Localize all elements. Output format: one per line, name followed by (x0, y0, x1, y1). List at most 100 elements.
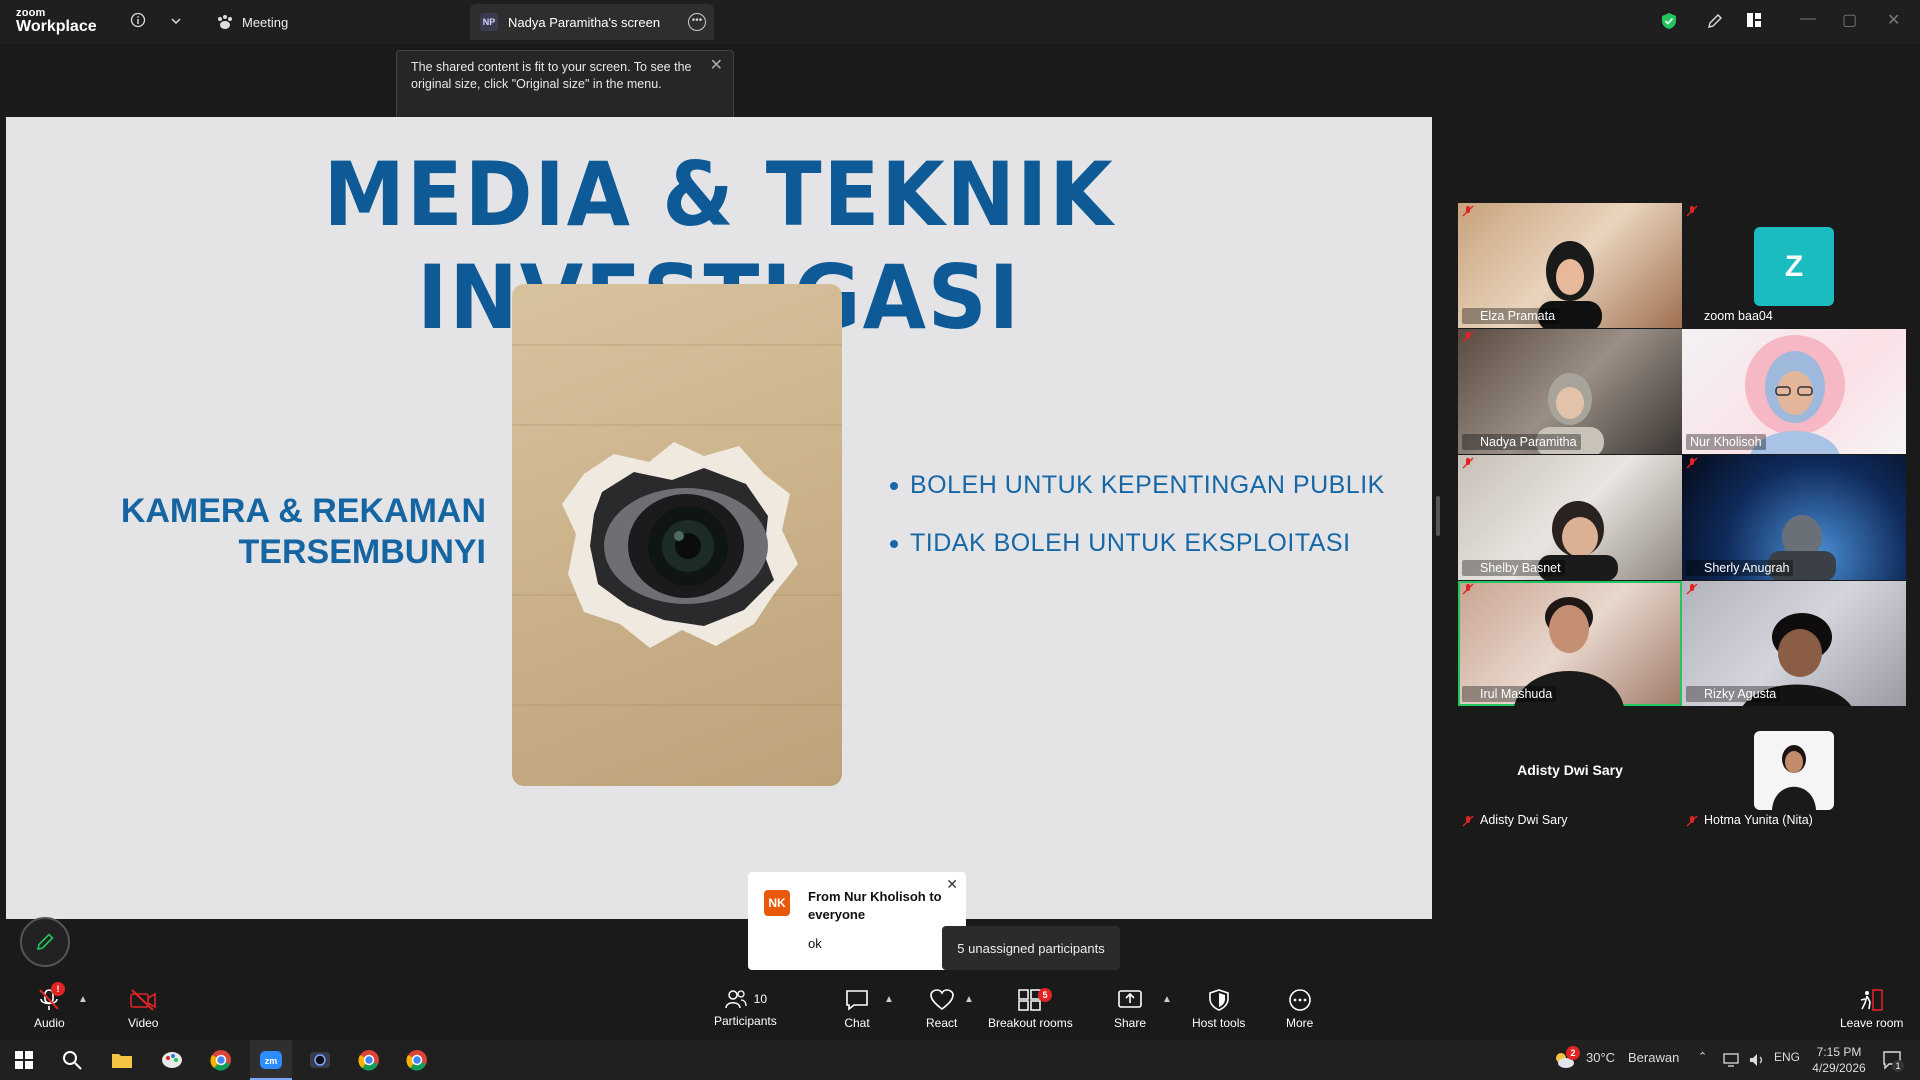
participant-tile[interactable]: Rizky Agusta (1682, 581, 1906, 706)
split-resize-handle[interactable] (1436, 496, 1440, 536)
annotate-button[interactable] (20, 917, 70, 967)
windows-taskbar: zm 2 30°C Berawan ⌃ ENG 7:15 PM 4/29/202… (0, 1040, 1920, 1080)
breakout-rooms-button[interactable]: Breakout rooms (988, 988, 1073, 1030)
more-icon (1288, 989, 1311, 1011)
participant-name: Nadya Paramitha (1462, 434, 1581, 450)
volume-icon[interactable] (1748, 1052, 1766, 1068)
avatar: Z (1754, 227, 1834, 306)
leave-room-button[interactable]: Leave room (1840, 988, 1903, 1030)
meeting-label: Meeting (242, 14, 289, 30)
participant-tile[interactable]: Shelby Basnet (1458, 455, 1682, 580)
share-label: Share (1114, 1016, 1147, 1030)
bullet-text: BOLEH UNTUK KEPENTINGAN PUBLIK (910, 471, 1385, 499)
participant-tile[interactable]: Sherly Anugrah (1682, 455, 1906, 580)
meeting-paw-icon (218, 15, 232, 29)
language-indicator[interactable]: ENG (1774, 1050, 1800, 1064)
more-options-icon[interactable]: ••• (688, 13, 706, 31)
participant-name: Elza Pramata (1462, 308, 1560, 324)
participants-icon (724, 990, 747, 1009)
paint-app-icon[interactable] (160, 1048, 184, 1072)
shared-screen-tab[interactable]: NP Nadya Paramitha's screen ••• (470, 4, 714, 40)
chevron-up-icon[interactable]: ⌃ (1698, 1050, 1707, 1063)
view-layout-icon[interactable] (1744, 12, 1764, 32)
weather-temp[interactable]: 30°C (1586, 1050, 1615, 1065)
slide-subheading-line2: TERSEMBUNYI (238, 533, 486, 571)
clock-date: 4/29/2026 (1812, 1061, 1866, 1075)
zoom-app-icon: zm (260, 1051, 282, 1069)
chat-icon (846, 990, 868, 1011)
chat-label: Chat (844, 1016, 870, 1030)
screen-tab-initials: NP (480, 13, 498, 31)
close-window-icon[interactable]: ✕ (1887, 10, 1900, 30)
info-icon[interactable] (128, 12, 148, 32)
video-button[interactable]: Video (128, 988, 158, 1030)
windows-start-icon[interactable] (12, 1048, 36, 1072)
notification-count: 1 (1892, 1060, 1904, 1072)
unassigned-participants-notice[interactable]: 5 unassigned participants (942, 926, 1120, 970)
mic-muted-icon (1686, 583, 1698, 595)
more-button[interactable]: More (1286, 988, 1313, 1030)
meeting-toolbar: Audio ! ▲ Video 10 Participants Chat ▲ R… (0, 980, 1920, 1040)
participants-button[interactable]: 10 Participants (714, 988, 777, 1028)
file-explorer-icon[interactable] (110, 1048, 134, 1072)
more-label: More (1286, 1016, 1314, 1030)
screen-tab-label: Nadya Paramitha's screen (508, 14, 661, 30)
participant-tile-active-speaker[interactable]: Irul Mashuda (1458, 581, 1682, 706)
participant-tile[interactable]: Adisty Dwi Sary Adisty Dwi Sary (1458, 707, 1682, 832)
search-icon[interactable] (60, 1048, 84, 1072)
video-off-icon (130, 989, 157, 1011)
participant-name: Sherly Anugrah (1686, 560, 1794, 576)
host-tools-button[interactable]: Host tools (1192, 988, 1245, 1030)
host-tools-label: Host tools (1192, 1016, 1246, 1030)
tooltip-text: The shared content is fit to your screen… (411, 60, 692, 91)
share-button[interactable]: Share (1114, 988, 1146, 1030)
meeting-button[interactable]: Meeting (216, 10, 288, 34)
unassigned-text: 5 unassigned participants (957, 940, 1105, 956)
chevron-up-icon[interactable]: ▲ (1162, 994, 1172, 1005)
participant-tile[interactable]: Elza Pramata (1458, 203, 1682, 328)
participant-tile[interactable]: Hotma Yunita (Nita) (1682, 707, 1906, 832)
chevron-up-icon[interactable]: ▲ (884, 994, 894, 1005)
chevron-down-icon[interactable] (166, 12, 186, 32)
zoom-workplace-logo: zoom Workplace (16, 8, 97, 35)
close-icon[interactable]: ✕ (710, 57, 723, 74)
react-label: React (926, 1016, 958, 1030)
camera-app-icon[interactable] (308, 1048, 332, 1072)
mic-muted-icon (1686, 205, 1698, 217)
mic-muted-icon (1462, 331, 1474, 343)
annotate-pen-icon[interactable] (1705, 12, 1725, 32)
chevron-up-icon[interactable]: ▲ (78, 994, 88, 1005)
avatar (1754, 731, 1834, 810)
network-icon[interactable] (1722, 1052, 1740, 1068)
svg-text:zm: zm (265, 1056, 278, 1066)
clock[interactable]: 7:15 PM 4/29/2026 (1808, 1044, 1870, 1076)
share-screen-icon (1118, 990, 1142, 1008)
chrome-icon[interactable] (209, 1048, 233, 1072)
logo-bottom-text: Workplace (16, 18, 97, 35)
video-off-name: Adisty Dwi Sary (1517, 762, 1623, 778)
maximize-icon[interactable]: ▢ (1842, 10, 1857, 30)
zoom-taskbar-active[interactable]: zm (250, 1040, 292, 1080)
weather-text[interactable]: Berawan (1628, 1050, 1679, 1065)
hidden-camera-image (512, 284, 842, 786)
security-shield-icon[interactable] (1659, 12, 1679, 32)
close-icon[interactable]: ✕ (946, 876, 958, 893)
participant-name: Rizky Agusta (1686, 686, 1781, 702)
slide-bullet: BOLEH UNTUK KEPENTINGAN PUBLIK (890, 471, 1385, 500)
minimize-icon[interactable]: — (1800, 10, 1816, 28)
react-button[interactable]: React (926, 988, 957, 1030)
chat-notification[interactable]: NK From Nur Kholisoh to everyone ok ✕ (748, 872, 966, 970)
audio-label: Audio (34, 1016, 65, 1030)
chrome-icon[interactable] (405, 1048, 429, 1072)
participant-name: Irul Mashuda (1462, 686, 1557, 702)
participant-tile[interactable]: Z zoom baa04 (1682, 203, 1906, 328)
chrome-profile-icon[interactable] (357, 1048, 381, 1072)
chevron-up-icon[interactable]: ▲ (964, 994, 974, 1005)
participant-name: Shelby Basnet (1462, 560, 1565, 576)
participant-tile[interactable]: Nadya Paramitha (1458, 329, 1682, 454)
shield-icon (1208, 989, 1229, 1011)
chat-button[interactable]: Chat (844, 988, 870, 1030)
participant-tile[interactable]: Nur Kholisoh (1682, 329, 1906, 454)
chat-message: ok (808, 936, 822, 951)
weather-badge: 2 (1566, 1046, 1580, 1060)
